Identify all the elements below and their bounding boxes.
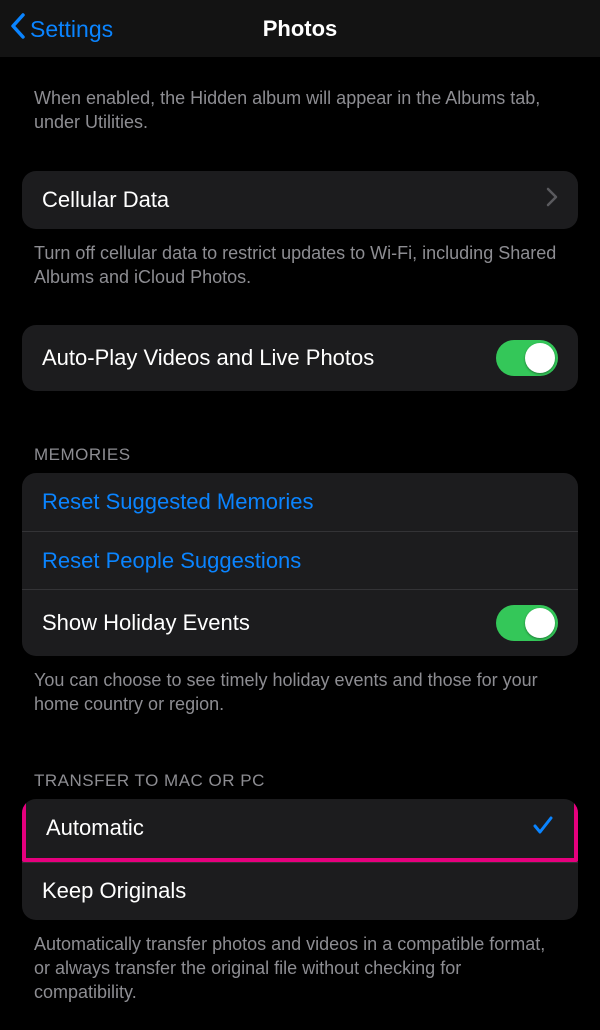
transfer-header: TRANSFER TO MAC OR PC (0, 771, 600, 799)
transfer-footer: Automatically transfer photos and videos… (0, 920, 600, 1005)
back-label: Settings (30, 16, 113, 43)
keep-originals-label: Keep Originals (42, 878, 558, 904)
autoplay-toggle[interactable] (496, 340, 558, 376)
show-holiday-label: Show Holiday Events (42, 610, 496, 636)
cellular-data-label: Cellular Data (42, 187, 546, 213)
content: When enabled, the Hidden album will appe… (0, 58, 600, 1005)
back-button[interactable]: Settings (10, 0, 113, 58)
transfer-keep-originals-row[interactable]: Keep Originals (22, 862, 578, 920)
chevron-left-icon (10, 13, 26, 45)
transfer-group: Automatic Keep Originals (22, 799, 578, 920)
reset-suggested-label: Reset Suggested Memories (42, 489, 558, 515)
memories-header: MEMORIES (0, 445, 600, 473)
autoplay-group: Auto-Play Videos and Live Photos (22, 325, 578, 391)
page-title: Photos (263, 16, 338, 42)
autoplay-label: Auto-Play Videos and Live Photos (42, 345, 496, 371)
toggle-knob (525, 608, 555, 638)
memories-group: Reset Suggested Memories Reset People Su… (22, 473, 578, 656)
chevron-right-icon (546, 187, 558, 213)
cellular-data-row[interactable]: Cellular Data (22, 171, 578, 229)
show-holiday-row: Show Holiday Events (22, 589, 578, 656)
automatic-label: Automatic (46, 815, 532, 841)
cellular-group: Cellular Data (22, 171, 578, 229)
reset-suggested-memories-row[interactable]: Reset Suggested Memories (22, 473, 578, 531)
nav-bar: Settings Photos (0, 0, 600, 58)
reset-people-label: Reset People Suggestions (42, 548, 558, 574)
show-holiday-toggle[interactable] (496, 605, 558, 641)
cellular-footer: Turn off cellular data to restrict updat… (0, 229, 600, 290)
checkmark-icon (532, 814, 554, 843)
reset-people-suggestions-row[interactable]: Reset People Suggestions (22, 531, 578, 589)
toggle-knob (525, 343, 555, 373)
hidden-album-footer: When enabled, the Hidden album will appe… (0, 74, 600, 135)
transfer-automatic-row[interactable]: Automatic (22, 799, 578, 862)
autoplay-row: Auto-Play Videos and Live Photos (22, 325, 578, 391)
memories-footer: You can choose to see timely holiday eve… (0, 656, 600, 717)
